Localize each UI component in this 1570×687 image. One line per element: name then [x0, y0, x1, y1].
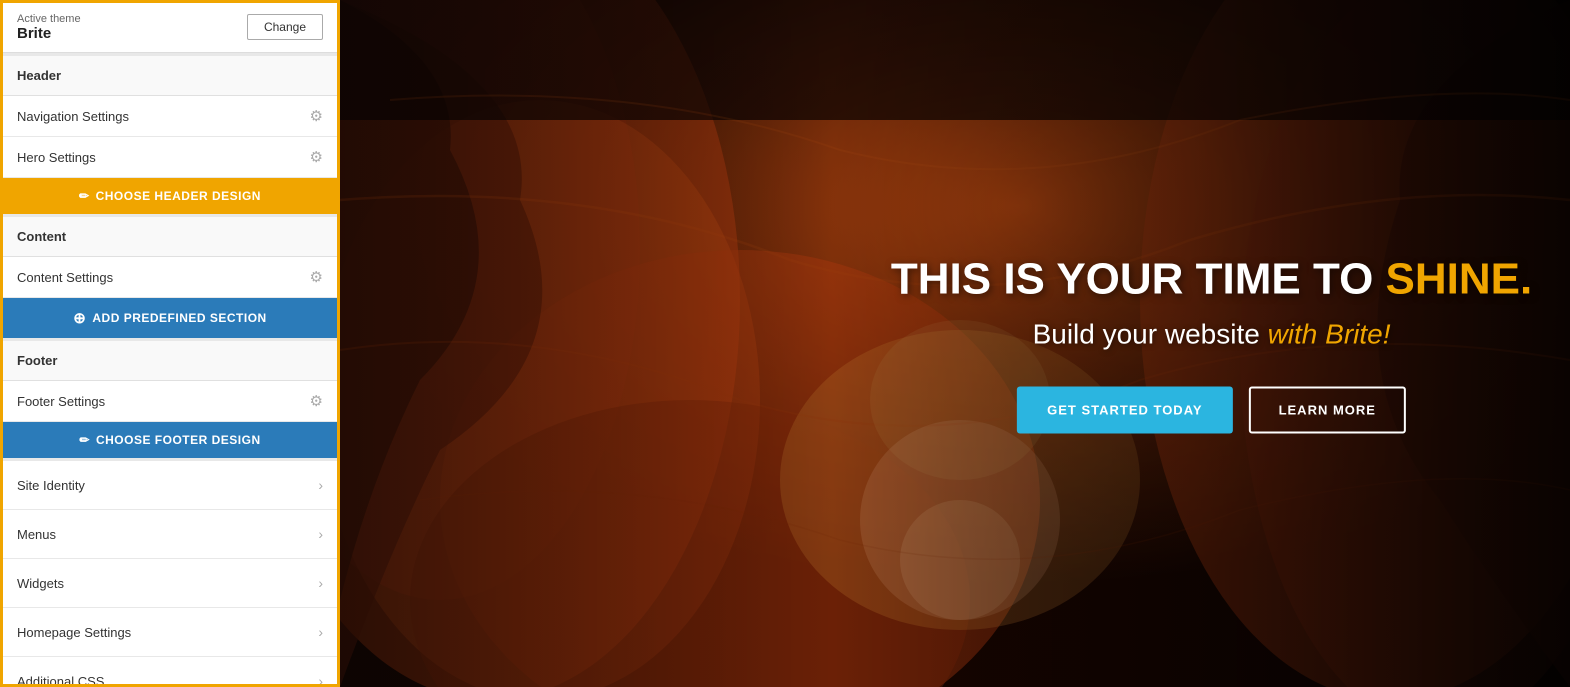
widgets-chevron-icon: ›: [318, 575, 323, 591]
additional-css-chevron-icon: ›: [318, 673, 323, 687]
content-section: Content Content Settings ⚙ ⊕ ADD PREDEFI…: [3, 214, 337, 338]
change-theme-button[interactable]: Change: [247, 14, 323, 40]
footer-section-label: Footer: [3, 341, 337, 381]
learn-more-button[interactable]: LEARN MORE: [1249, 386, 1406, 433]
pencil-icon: ✏: [79, 189, 90, 203]
hero-subtitle-orange-text: with Brite!: [1268, 318, 1391, 349]
footer-settings-row[interactable]: Footer Settings ⚙: [3, 381, 337, 422]
widgets-row[interactable]: Widgets ›: [3, 559, 337, 608]
navigation-settings-row[interactable]: Navigation Settings ⚙: [3, 96, 337, 137]
menus-row[interactable]: Menus ›: [3, 510, 337, 559]
site-identity-chevron-icon: ›: [318, 477, 323, 493]
choose-footer-design-button[interactable]: ✏ CHOOSE FOOTER DESIGN: [3, 422, 337, 458]
hero-subtitle-white-text: Build your website: [1033, 318, 1268, 349]
navigation-settings-gear-icon[interactable]: ⚙: [310, 107, 323, 125]
content-settings-gear-icon[interactable]: ⚙: [310, 268, 323, 286]
choose-header-design-button[interactable]: ✏ CHOOSE HEADER DESIGN: [3, 178, 337, 214]
pencil-footer-icon: ✏: [79, 433, 90, 447]
content-section-label: Content: [3, 217, 337, 257]
hero-settings-gear-icon[interactable]: ⚙: [310, 148, 323, 166]
widgets-label: Widgets: [17, 576, 64, 591]
add-predefined-section-label: ADD PREDEFINED SECTION: [92, 311, 266, 325]
additional-css-label: Additional CSS: [17, 674, 104, 687]
hero-buttons: GET STARTED TODAY LEARN MORE: [891, 386, 1532, 433]
get-started-button[interactable]: GET STARTED TODAY: [1017, 386, 1232, 433]
footer-settings-gear-icon[interactable]: ⚙: [310, 392, 323, 410]
hero-title-orange-text: SHINE.: [1386, 254, 1533, 303]
site-identity-label: Site Identity: [17, 478, 85, 493]
hero-title: THIS IS YOUR TIME TO SHINE.: [891, 254, 1532, 304]
plus-circle-icon: ⊕: [73, 309, 86, 327]
homepage-settings-label: Homepage Settings: [17, 625, 131, 640]
add-predefined-section-button[interactable]: ⊕ ADD PREDEFINED SECTION: [3, 298, 337, 338]
website-preview: THIS IS YOUR TIME TO SHINE. Build your w…: [340, 0, 1570, 687]
content-settings-label: Content Settings: [17, 270, 113, 285]
additional-css-row[interactable]: Additional CSS ›: [3, 657, 337, 687]
hero-settings-row[interactable]: Hero Settings ⚙: [3, 137, 337, 178]
site-identity-row[interactable]: Site Identity ›: [3, 461, 337, 510]
navigation-settings-label: Navigation Settings: [17, 109, 129, 124]
hero-content: THIS IS YOUR TIME TO SHINE. Build your w…: [891, 254, 1532, 433]
choose-header-design-label: CHOOSE HEADER DESIGN: [96, 189, 261, 203]
footer-settings-label: Footer Settings: [17, 394, 105, 409]
header-section-label: Header: [3, 56, 337, 96]
homepage-settings-row[interactable]: Homepage Settings ›: [3, 608, 337, 657]
nav-links-group: Site Identity › Menus › Widgets › Homepa…: [3, 458, 337, 687]
active-theme-bar: Active theme Brite Change: [3, 3, 337, 53]
hero-subtitle: Build your website with Brite!: [891, 318, 1532, 350]
content-settings-row[interactable]: Content Settings ⚙: [3, 257, 337, 298]
hero-settings-label: Hero Settings: [17, 150, 96, 165]
footer-section: Footer Footer Settings ⚙ ✏ CHOOSE FOOTER…: [3, 338, 337, 458]
customizer-sidebar: Active theme Brite Change Header Navigat…: [0, 0, 340, 687]
menus-chevron-icon: ›: [318, 526, 323, 542]
menus-label: Menus: [17, 527, 56, 542]
choose-footer-design-label: CHOOSE FOOTER DESIGN: [96, 433, 261, 447]
header-section: Header Navigation Settings ⚙ Hero Settin…: [3, 53, 337, 214]
homepage-settings-chevron-icon: ›: [318, 624, 323, 640]
hero-title-white-text: THIS IS YOUR TIME TO: [891, 254, 1386, 303]
